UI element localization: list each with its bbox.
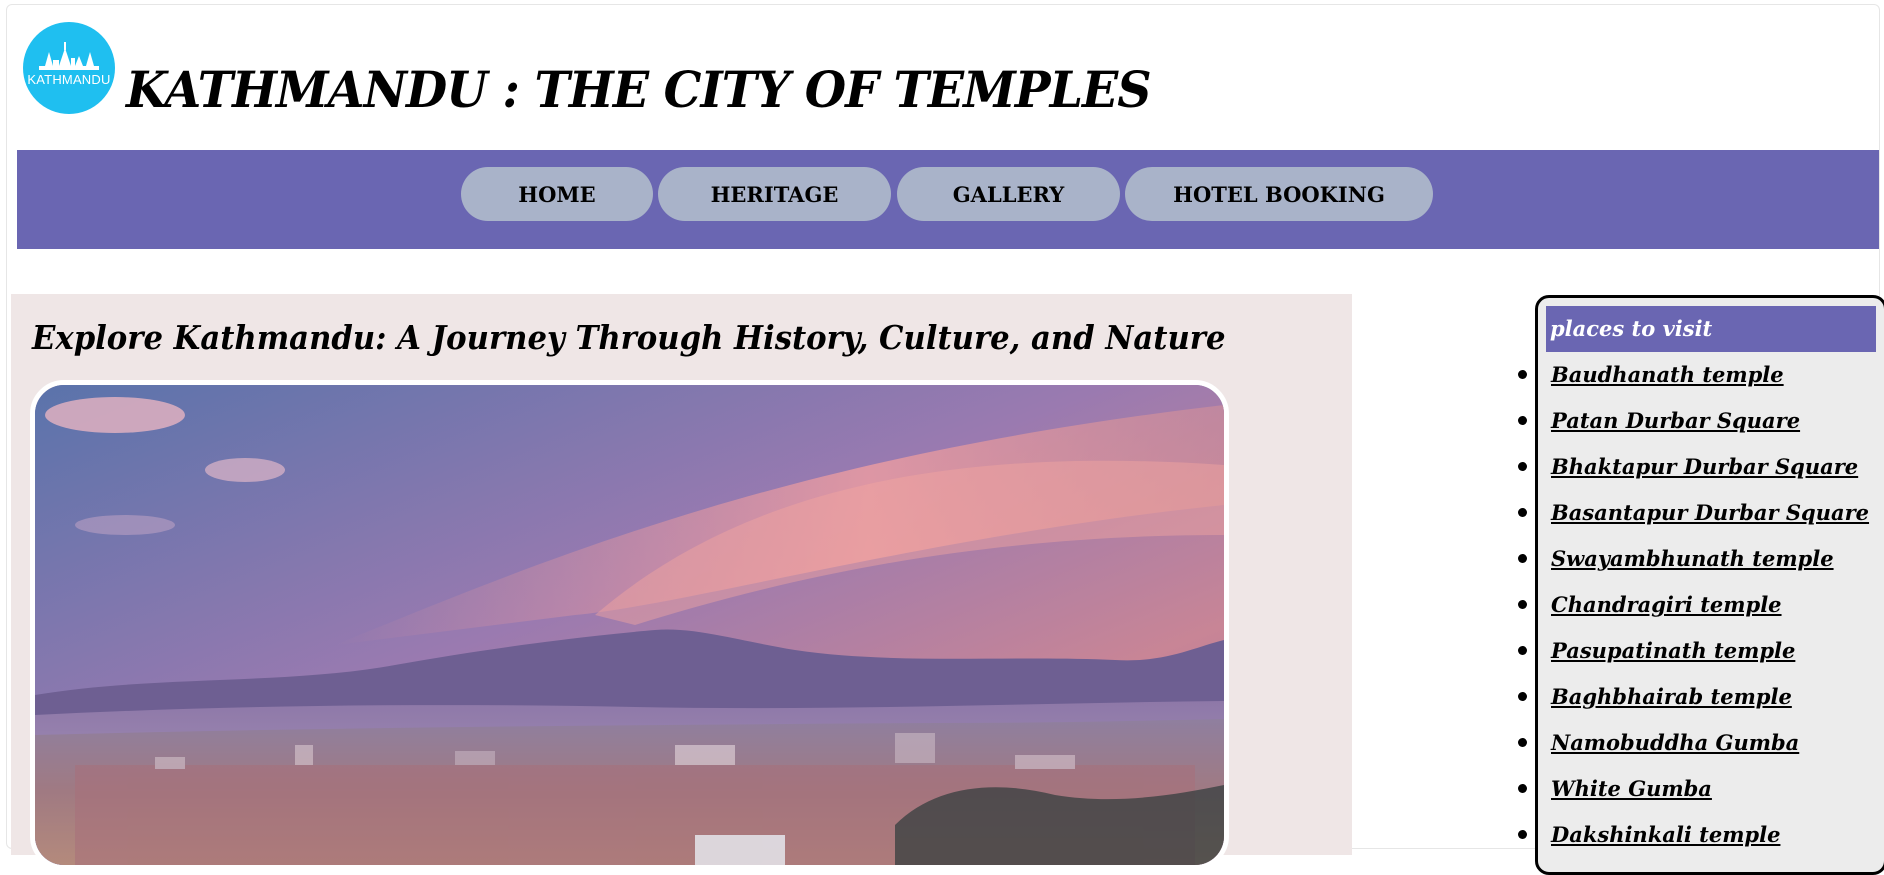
list-item: White Gumba <box>1518 766 1884 812</box>
bullet-icon <box>1518 508 1527 517</box>
place-link[interactable]: Patan Durbar Square <box>1551 398 1800 444</box>
places-sidebar: places to visit Baudhanath temple Patan … <box>1518 295 1884 875</box>
site-title: KATHMANDU : THE CITY OF TEMPLES <box>126 60 1152 119</box>
place-link[interactable]: Namobuddha Gumba <box>1551 720 1799 766</box>
place-link[interactable]: White Gumba <box>1551 766 1712 812</box>
place-link[interactable]: Baudhanath temple <box>1551 352 1784 398</box>
list-item: Basantapur Durbar Square <box>1518 490 1884 536</box>
nav-heritage-button[interactable]: HERITAGE <box>658 167 891 221</box>
kathmandu-logo[interactable]: KATHMANDU <box>23 22 115 114</box>
places-list: Baudhanath temple Patan Durbar Square Bh… <box>1518 352 1884 858</box>
list-item: Namobuddha Gumba <box>1518 720 1884 766</box>
list-item: Pasupatinath temple <box>1518 628 1884 674</box>
place-link[interactable]: Swayambhunath temple <box>1551 536 1834 582</box>
place-link[interactable]: Pasupatinath temple <box>1551 628 1795 674</box>
list-item: Patan Durbar Square <box>1518 398 1884 444</box>
nav-gallery-button[interactable]: GALLERY <box>897 167 1120 221</box>
bullet-icon <box>1518 554 1527 563</box>
list-item: Baudhanath temple <box>1518 352 1884 398</box>
bullet-icon <box>1518 646 1527 655</box>
place-link[interactable]: Baghbhairab temple <box>1551 674 1792 720</box>
bullet-icon <box>1518 600 1527 609</box>
nav-hotel-booking-button[interactable]: HOTEL BOOKING <box>1125 167 1433 221</box>
list-item: Swayambhunath temple <box>1518 536 1884 582</box>
logo-label: KATHMANDU <box>27 72 111 87</box>
hero-image <box>30 380 1229 870</box>
article-title: Explore Kathmandu: A Journey Through His… <box>32 318 1226 357</box>
bullet-icon <box>1518 738 1527 747</box>
bullet-icon <box>1518 784 1527 793</box>
place-link[interactable]: Bhaktapur Durbar Square <box>1551 444 1858 490</box>
list-item: Dakshinkali temple <box>1518 812 1884 858</box>
temple-skyline-icon <box>39 42 99 70</box>
list-item: Bhaktapur Durbar Square <box>1518 444 1884 490</box>
bullet-icon <box>1518 692 1527 701</box>
sidebar-heading: places to visit <box>1546 306 1876 352</box>
main-article: Explore Kathmandu: A Journey Through His… <box>11 294 1352 870</box>
city-skyline-image <box>35 385 1224 865</box>
list-item: Baghbhairab temple <box>1518 674 1884 720</box>
list-item: Chandragiri temple <box>1518 582 1884 628</box>
nav-home-button[interactable]: HOME <box>461 167 653 221</box>
place-link[interactable]: Chandragiri temple <box>1551 582 1782 628</box>
bullet-icon <box>1518 416 1527 425</box>
bullet-icon <box>1518 370 1527 379</box>
bullet-icon <box>1518 462 1527 471</box>
bullet-icon <box>1518 830 1527 839</box>
place-link[interactable]: Basantapur Durbar Square <box>1551 490 1869 536</box>
main-nav: HOME HERITAGE GALLERY HOTEL BOOKING <box>17 150 1879 249</box>
place-link[interactable]: Dakshinkali temple <box>1551 812 1780 858</box>
